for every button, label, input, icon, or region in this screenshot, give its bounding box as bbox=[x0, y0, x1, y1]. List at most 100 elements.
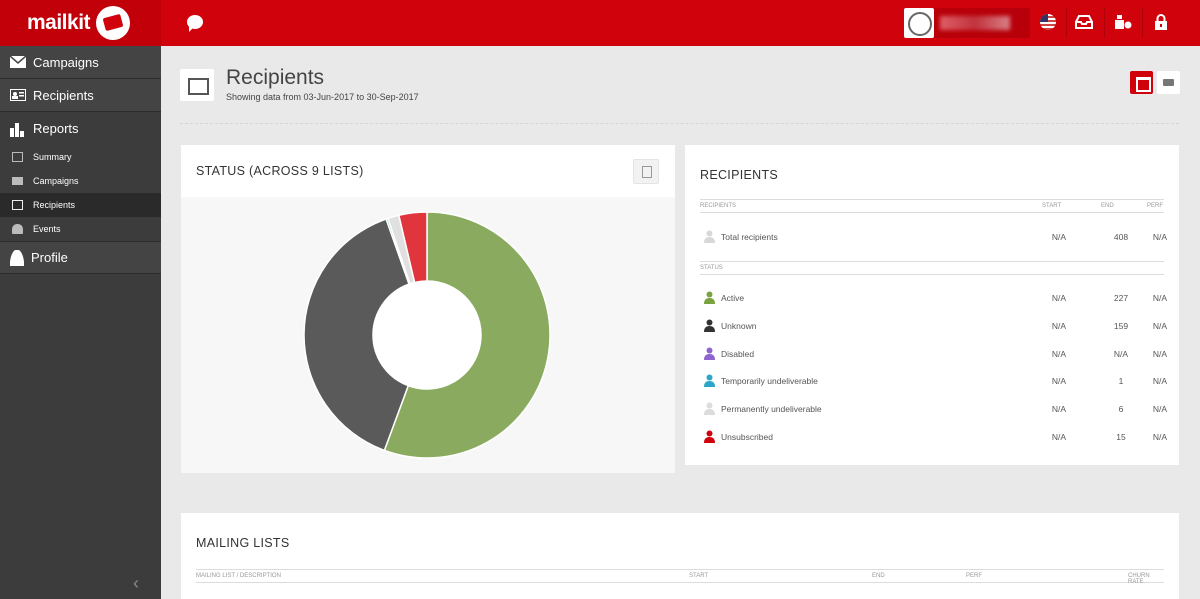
perf-value: N/A bbox=[1152, 232, 1168, 242]
column-header: PERF bbox=[1147, 203, 1164, 209]
column-header: END bbox=[1101, 203, 1114, 209]
row-label: Permanently undeliverable bbox=[721, 404, 822, 415]
column-header: MAILING LIST / DESCRIPTION bbox=[196, 573, 281, 579]
row-label: Temporarily undeliverable bbox=[721, 376, 818, 387]
row-label: Active bbox=[721, 293, 745, 303]
avatar bbox=[904, 8, 934, 38]
start-value: N/A bbox=[1051, 320, 1067, 331]
export-pdf-button[interactable] bbox=[633, 159, 659, 184]
end-value: N/A bbox=[1113, 348, 1129, 359]
top-bar: mailkit bbox=[0, 0, 1200, 46]
table-row: Disabled N/A N/A N/A bbox=[700, 344, 1167, 364]
perf-value: N/A bbox=[1152, 293, 1168, 303]
mailing-lists-title: MAILING LISTS bbox=[196, 536, 290, 550]
sidebar-subitem-recipients[interactable]: Recipients bbox=[0, 193, 161, 217]
bar-chart-icon bbox=[10, 122, 26, 137]
user-account-button[interactable] bbox=[904, 8, 1030, 38]
user-icon bbox=[10, 249, 24, 266]
start-value: N/A bbox=[1051, 432, 1067, 442]
sidebar-item-label: Reports bbox=[33, 121, 79, 136]
mail-icon bbox=[12, 177, 23, 185]
header-divider bbox=[180, 123, 1179, 124]
row-label: Unsubscribed bbox=[721, 432, 773, 442]
end-value: 1 bbox=[1118, 376, 1124, 387]
perf-value: N/A bbox=[1152, 432, 1168, 442]
mailing-lists-table-header: MAILING LIST / DESCRIPTION START END PER… bbox=[196, 569, 1164, 585]
sidebar-item-label: Recipients bbox=[33, 87, 94, 103]
end-value: 159 bbox=[1113, 320, 1129, 331]
status-panel: STATUS (ACROSS 9 LISTS) bbox=[181, 145, 675, 473]
sidebar-subitem-campaigns[interactable]: Campaigns bbox=[0, 169, 161, 193]
person-icon bbox=[704, 230, 715, 243]
perf-value: N/A bbox=[1152, 376, 1168, 387]
account-icon[interactable] bbox=[1114, 13, 1132, 31]
end-value: 227 bbox=[1113, 293, 1129, 303]
sidebar-subitem-label: Recipients bbox=[33, 200, 76, 210]
page-subtitle: Showing data from 03-Jun-2017 to 30-Sep-… bbox=[226, 92, 419, 102]
user-name-redacted bbox=[940, 16, 1010, 30]
person-icon bbox=[704, 402, 715, 416]
end-value: 15 bbox=[1116, 432, 1126, 442]
sidebar-item-label: Profile bbox=[31, 250, 68, 265]
top-separator bbox=[1066, 8, 1067, 38]
sidebar-subitem-label: Summary bbox=[33, 152, 72, 162]
status-section-header: STATUS bbox=[700, 261, 1164, 275]
table-row: Active N/A 227 N/A bbox=[700, 288, 1167, 308]
column-header: PERF bbox=[966, 573, 983, 579]
row-label: Disabled bbox=[721, 348, 755, 359]
bell-icon bbox=[12, 224, 23, 234]
person-icon bbox=[704, 374, 715, 388]
recipients-table-header: RECIPIENTS START END PERF bbox=[700, 199, 1164, 213]
inbox-icon[interactable] bbox=[1075, 13, 1093, 31]
column-header: CHURN RATE bbox=[1128, 573, 1150, 585]
logo[interactable]: mailkit bbox=[0, 0, 161, 46]
perf-value: N/A bbox=[1152, 404, 1168, 415]
sidebar-item-campaigns[interactable]: Campaigns bbox=[0, 46, 161, 79]
section-header: STATUS bbox=[700, 265, 723, 271]
clipboard-icon bbox=[12, 152, 23, 162]
top-separator bbox=[1104, 8, 1105, 38]
status-donut-chart bbox=[303, 211, 551, 459]
id-card-icon bbox=[10, 89, 26, 101]
top-separator bbox=[1142, 8, 1143, 38]
flag-us-icon[interactable] bbox=[1040, 14, 1056, 30]
sidebar-subitem-events[interactable]: Events bbox=[0, 217, 161, 241]
row-label: Unknown bbox=[721, 320, 757, 331]
recipients-panel-title: RECIPIENTS bbox=[700, 168, 779, 182]
lock-icon[interactable] bbox=[1152, 13, 1170, 31]
calendar-button[interactable] bbox=[1130, 71, 1153, 94]
row-label: Total recipients bbox=[721, 232, 778, 242]
person-icon bbox=[704, 291, 715, 304]
column-header: START bbox=[1042, 203, 1062, 209]
end-value: 408 bbox=[1113, 232, 1129, 242]
print-button[interactable] bbox=[1157, 71, 1180, 94]
reports-submenu: Summary Campaigns Recipients Events bbox=[0, 145, 161, 241]
donut-hole bbox=[373, 281, 481, 389]
status-panel-title: STATUS (ACROSS 9 LISTS) bbox=[196, 164, 364, 178]
sidebar-subitem-summary[interactable]: Summary bbox=[0, 145, 161, 169]
column-header: START bbox=[689, 573, 709, 579]
end-value: 6 bbox=[1118, 404, 1124, 415]
person-icon bbox=[704, 430, 715, 443]
start-value: N/A bbox=[1051, 293, 1067, 303]
table-row: Unsubscribed N/A 15 N/A bbox=[700, 427, 1167, 447]
status-chart-area bbox=[181, 197, 675, 473]
start-value: N/A bbox=[1051, 404, 1067, 415]
column-header: RECIPIENTS bbox=[700, 203, 737, 209]
sidebar-item-reports[interactable]: Reports bbox=[0, 112, 161, 145]
person-icon bbox=[704, 319, 715, 332]
start-value: N/A bbox=[1051, 376, 1067, 387]
sidebar: Campaigns Recipients Reports Summary Cam… bbox=[0, 46, 161, 599]
table-row: Temporarily undeliverable N/A 1 N/A bbox=[700, 371, 1167, 391]
recipients-panel: RECIPIENTS RECIPIENTS START END PERF Tot… bbox=[685, 145, 1179, 465]
sidebar-subitem-label: Campaigns bbox=[33, 176, 79, 186]
collapse-sidebar-button[interactable]: ‹ bbox=[133, 573, 139, 594]
person-icon bbox=[704, 347, 715, 360]
table-row: Total recipients N/A 408 N/A bbox=[700, 227, 1167, 247]
chat-icon[interactable] bbox=[187, 15, 203, 32]
table-row: Permanently undeliverable N/A 6 N/A bbox=[700, 399, 1167, 419]
start-value: N/A bbox=[1051, 348, 1067, 359]
id-card-icon bbox=[12, 200, 23, 210]
sidebar-item-profile[interactable]: Profile bbox=[0, 241, 161, 274]
sidebar-item-recipients[interactable]: Recipients bbox=[0, 79, 161, 112]
